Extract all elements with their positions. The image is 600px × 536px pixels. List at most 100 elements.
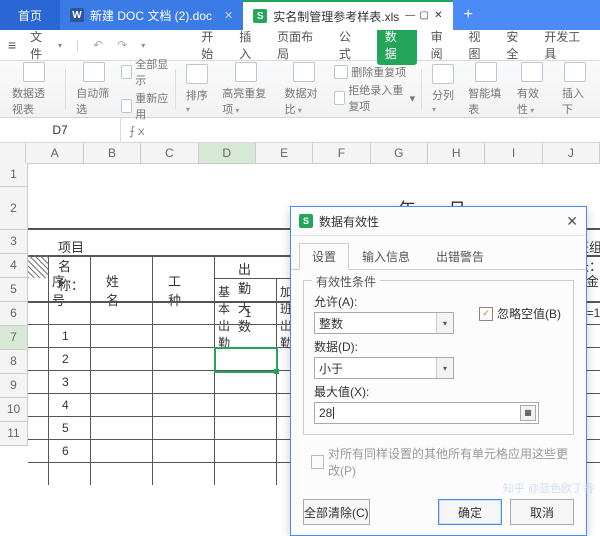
minimize-icon[interactable]: — (405, 11, 415, 21)
cell-seq-1: 1 (62, 329, 69, 343)
text-to-columns-button[interactable]: 分列 ▾ (428, 64, 458, 115)
pivot-table-button[interactable]: 数据透视表 (8, 62, 59, 117)
dialog-body: 有效性条件 允许(A): 整数▾ ✓忽略空值(B) 数据(D): 小于▾ 最大值… (291, 270, 586, 489)
allow-value: 整数 (319, 315, 343, 332)
basic-label: 基本出勤 (218, 283, 230, 351)
tab-home[interactable]: 首页 (0, 0, 60, 30)
formula-bar: D7 ⨍ｘ (0, 118, 600, 143)
max-input[interactable]: 28▦ (314, 402, 539, 424)
show-all-button[interactable]: 全部显示 (121, 56, 169, 88)
file-menu[interactable]: 文件▾ (30, 28, 62, 62)
name-box[interactable]: D7 (0, 118, 121, 142)
insert-dropdown-button[interactable]: 插入下 (558, 62, 592, 117)
select-all-corner[interactable] (0, 143, 26, 163)
row-7[interactable]: 7 (0, 326, 28, 350)
tab-word-doc[interactable]: W 新建 DOC 文档 (2).doc ✕ (60, 0, 243, 30)
qat-dropdown-icon[interactable]: ▾ (141, 41, 145, 50)
col-I[interactable]: I (485, 143, 542, 163)
fx-area[interactable]: ⨍ｘ (121, 118, 155, 142)
close-icon[interactable]: ✕ (566, 213, 578, 230)
cancel-button[interactable]: 取消 (510, 499, 574, 525)
menu-data[interactable]: 数据 (377, 25, 417, 65)
col-H[interactable]: H (428, 143, 485, 163)
apply-all-row[interactable]: 对所有同样设置的其他所有单元格应用这些更改(P) (311, 445, 574, 479)
col-C[interactable]: C (141, 143, 198, 163)
row-5[interactable]: 5 (0, 278, 28, 302)
row-6[interactable]: 6 (0, 302, 28, 326)
col-F[interactable]: F (313, 143, 370, 163)
reject-dup-button[interactable]: 拒绝录入重复项 ▾ (334, 82, 415, 114)
data-combo[interactable]: 小于▾ (314, 357, 454, 379)
name-label: 姓名 (106, 271, 119, 309)
hamburger-icon[interactable]: ≡ (8, 37, 16, 53)
row-2[interactable]: 2 (0, 187, 28, 230)
menu-view[interactable]: 视图 (469, 28, 493, 62)
tab-error-alert[interactable]: 出错警告 (423, 243, 497, 270)
row-3[interactable]: 3 (0, 230, 28, 254)
highlight-dup-button[interactable]: 高亮重复项 ▾ (218, 62, 274, 117)
showall-icon (121, 65, 132, 79)
dialog-title: 数据有效性 (319, 213, 379, 230)
dialog-header[interactable]: S 数据有效性 ✕ (291, 207, 586, 236)
menu-security[interactable]: 安全 (506, 28, 530, 62)
row-10[interactable]: 10 (0, 398, 28, 422)
row-1[interactable]: 1 (0, 163, 28, 187)
fx-icon: ⨍ｘ (129, 122, 147, 139)
close-icon[interactable]: ✕ (224, 9, 233, 22)
sort-icon (186, 64, 208, 84)
col-G[interactable]: G (371, 143, 428, 163)
cell-seq-6: 6 (62, 444, 69, 458)
menu-insert[interactable]: 插入 (239, 28, 263, 62)
validity-icon (521, 62, 543, 82)
chevron-down-icon: ▾ (528, 106, 534, 115)
menu-pagelayout[interactable]: 页面布局 (277, 28, 325, 62)
row-11[interactable]: 11 (0, 422, 28, 446)
range-picker-icon[interactable]: ▦ (520, 405, 536, 421)
chevron-down-icon: ▾ (186, 105, 190, 114)
menu-devtools[interactable]: 开发工具 (544, 28, 592, 62)
close-icon[interactable]: ✕ (433, 11, 443, 21)
criteria-fieldset: 有效性条件 允许(A): 整数▾ ✓忽略空值(B) 数据(D): 小于▾ 最大值… (303, 280, 574, 435)
chevron-down-icon: ▾ (233, 106, 239, 115)
menu-formula[interactable]: 公式 (339, 28, 363, 62)
ok-button[interactable]: 确定 (438, 499, 502, 525)
smart-fill-button[interactable]: 智能填表 (464, 62, 507, 117)
chevron-down-icon: ▾ (436, 358, 453, 378)
redo-icon[interactable]: ↷ (117, 38, 127, 52)
row-4[interactable]: 4 (0, 254, 28, 278)
data-label: 数据(D): (314, 338, 563, 355)
clear-all-button[interactable]: 全部清除(C) (303, 499, 370, 525)
deldup-label: 删除重复项 (351, 64, 406, 80)
autofilter-button[interactable]: 自动筛选 (72, 62, 115, 117)
reapply-icon (121, 99, 132, 113)
tab-sheet-label: 实名制管理参考样表.xls (273, 8, 399, 25)
spreadsheet-grid[interactable]: A B C D E F G H I J 1 2 3 4 5 6 7 8 9 10… (0, 143, 600, 164)
cell-basic: 1 (238, 306, 258, 320)
col-D[interactable]: D (199, 143, 256, 163)
data-compare-button[interactable]: 数据对比 ▾ (281, 62, 329, 117)
window-tabbar: 首页 W 新建 DOC 文档 (2).doc ✕ S 实名制管理参考样表.xls… (0, 0, 600, 30)
delete-dup-button[interactable]: 删除重复项 (334, 64, 406, 80)
col-J[interactable]: J (543, 143, 600, 163)
chevron-down-icon: ▾ (296, 106, 302, 115)
ignore-blank-row[interactable]: ✓忽略空值(B) (479, 305, 561, 322)
col-E[interactable]: E (256, 143, 313, 163)
allow-combo[interactable]: 整数 ▾ (314, 312, 454, 334)
row-9[interactable]: 9 (0, 374, 28, 398)
tab-spreadsheet[interactable]: S 实名制管理参考样表.xls — ▢ ✕ (243, 0, 453, 30)
undo-icon[interactable]: ↶ (93, 38, 103, 52)
restore-icon[interactable]: ▢ (419, 11, 429, 21)
col-A[interactable]: A (26, 143, 83, 163)
col-B[interactable]: B (84, 143, 141, 163)
tab-word-label: 新建 DOC 文档 (2).doc (90, 7, 212, 24)
chevron-down-icon: ▾ (436, 313, 453, 333)
sort-button[interactable]: 排序 ▾ (182, 64, 212, 115)
new-tab-button[interactable]: + (453, 0, 483, 30)
menu-start[interactable]: 开始 (201, 28, 225, 62)
menu-review[interactable]: 审阅 (431, 28, 455, 62)
validity-button[interactable]: 有效性 ▾ (513, 62, 552, 117)
tab-input-msg[interactable]: 输入信息 (349, 243, 423, 270)
seq-label: 序号 (52, 271, 65, 309)
row-8[interactable]: 8 (0, 350, 28, 374)
tab-settings[interactable]: 设置 (299, 243, 349, 270)
